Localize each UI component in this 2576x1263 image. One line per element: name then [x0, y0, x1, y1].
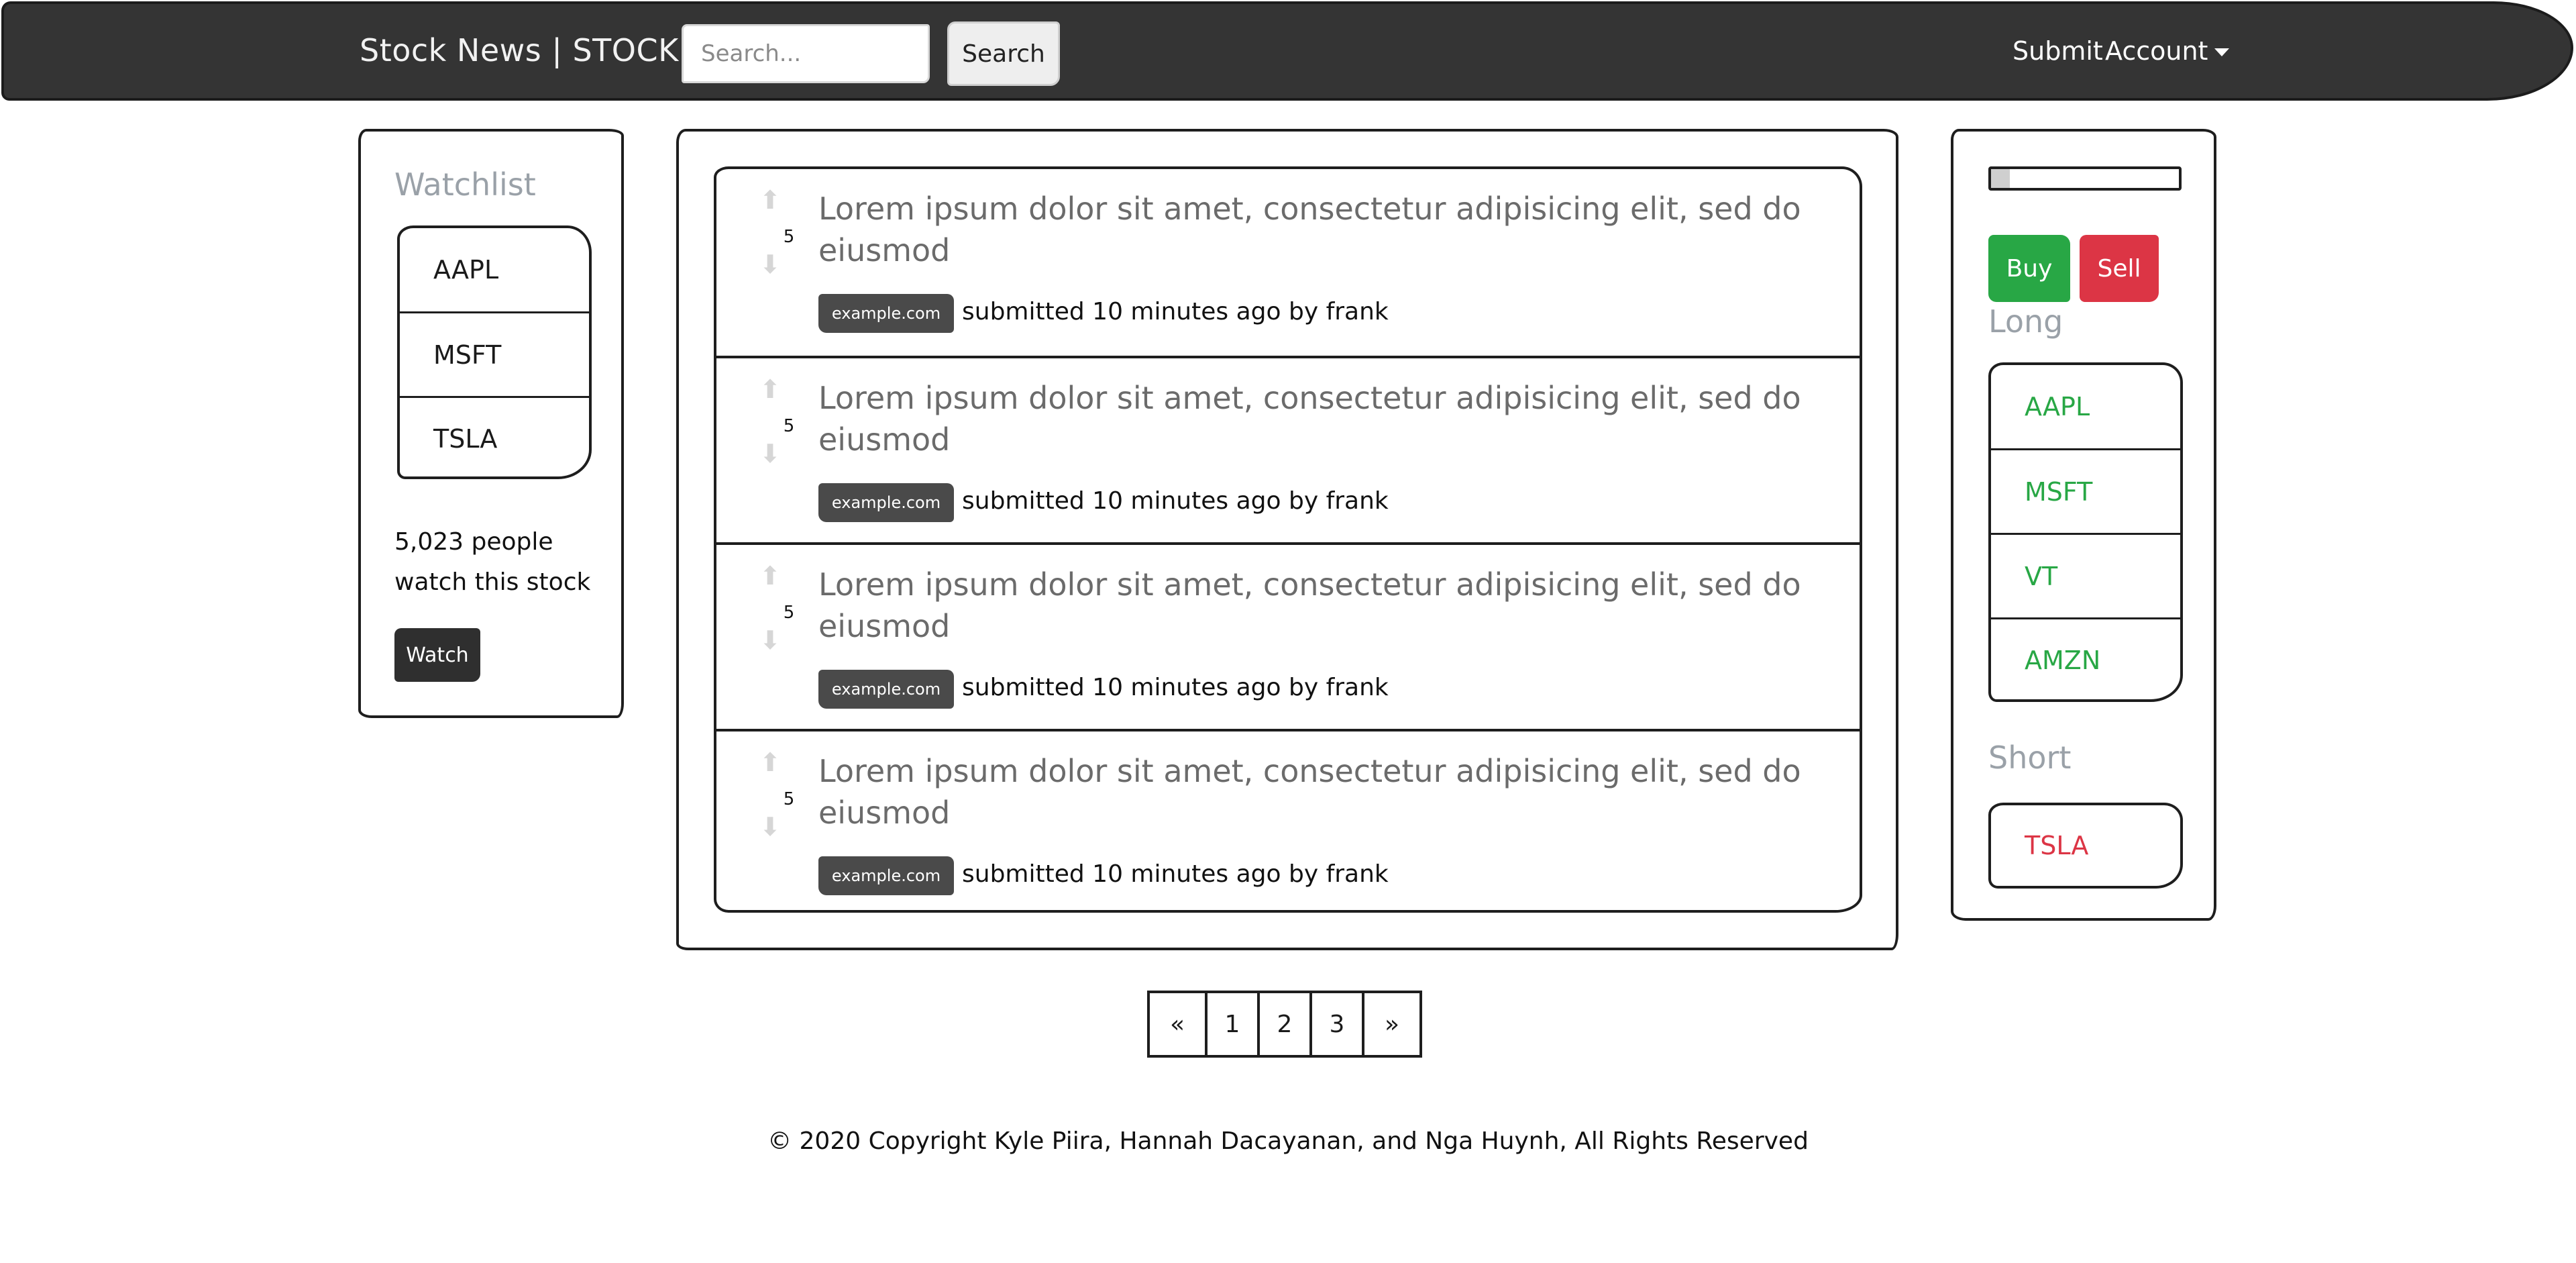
- short-heading: Short: [1988, 740, 2072, 776]
- post-item: ⬆ 5 ⬇ Lorem ipsum dolor sit amet, consec…: [716, 169, 1860, 356]
- domain-badge[interactable]: example.com: [818, 670, 954, 709]
- account-dropdown[interactable]: Account: [2105, 36, 2230, 66]
- footer-copyright: © 2020 Copyright Kyle Piira, Hannah Daca…: [767, 1127, 1809, 1155]
- caret-down-icon: [2214, 48, 2230, 56]
- watch-count-text: 5,023 people watch this stock: [394, 528, 591, 596]
- post-list: ⬆ 5 ⬇ Lorem ipsum dolor sit amet, consec…: [714, 166, 1862, 913]
- pagination: « 1 2 3 »: [1147, 991, 1422, 1058]
- arrow-up-icon[interactable]: ⬆: [758, 187, 782, 213]
- buy-button[interactable]: Buy: [1988, 235, 2070, 302]
- post-title[interactable]: Lorem ipsum dolor sit amet, consectetur …: [818, 750, 1811, 833]
- post-title[interactable]: Lorem ipsum dolor sit amet, consectetur …: [818, 564, 1811, 647]
- post-item: ⬆ 5 ⬇ Lorem ipsum dolor sit amet, consec…: [716, 356, 1860, 542]
- posts-card: ⬆ 5 ⬇ Lorem ipsum dolor sit amet, consec…: [676, 129, 1898, 950]
- post-meta: submitted 10 minutes ago by frank: [962, 487, 1389, 515]
- post-title[interactable]: Lorem ipsum dolor sit amet, consectetur …: [818, 188, 1811, 271]
- long-list: AAPL MSFT VT AMZN: [1988, 362, 2183, 702]
- long-item[interactable]: AAPL: [1991, 365, 2180, 448]
- arrow-down-icon[interactable]: ⬇: [758, 814, 782, 840]
- pagination-page[interactable]: 2: [1257, 991, 1312, 1058]
- pagination-page[interactable]: 3: [1309, 991, 1364, 1058]
- post-item: ⬆ 5 ⬇ Lorem ipsum dolor sit amet, consec…: [716, 729, 1860, 915]
- account-label: Account: [2105, 36, 2208, 66]
- vote-count: 5: [783, 227, 795, 247]
- long-item[interactable]: VT: [1991, 533, 2180, 617]
- domain-badge[interactable]: example.com: [818, 856, 954, 895]
- long-heading: Long: [1988, 303, 2063, 340]
- progress-fill: [1991, 169, 2010, 188]
- watchlist-heading: Watchlist: [394, 166, 536, 203]
- post-item: ⬆ 5 ⬇ Lorem ipsum dolor sit amet, consec…: [716, 542, 1860, 729]
- arrow-up-icon[interactable]: ⬆: [758, 750, 782, 775]
- watch-button[interactable]: Watch: [394, 628, 480, 682]
- post-title[interactable]: Lorem ipsum dolor sit amet, consectetur …: [818, 377, 1811, 460]
- watchlist-list: AAPL MSFT TSLA: [397, 225, 592, 479]
- pagination-page[interactable]: 1: [1205, 991, 1260, 1058]
- pagination-next[interactable]: »: [1362, 991, 1422, 1058]
- long-item[interactable]: AMZN: [1991, 617, 2180, 701]
- watchlist-item[interactable]: AAPL: [400, 228, 589, 311]
- sell-button[interactable]: Sell: [2080, 235, 2159, 302]
- navbar: Stock News | STOCK Search Submit Account: [1, 1, 2573, 101]
- domain-badge[interactable]: example.com: [818, 294, 954, 333]
- arrow-up-icon[interactable]: ⬆: [758, 563, 782, 589]
- short-list: TSLA: [1988, 803, 2183, 889]
- watchlist-item[interactable]: MSFT: [400, 311, 589, 396]
- vote-count: 5: [783, 416, 795, 436]
- arrow-down-icon[interactable]: ⬇: [758, 441, 782, 466]
- pagination-prev[interactable]: «: [1147, 991, 1208, 1058]
- post-meta: submitted 10 minutes ago by frank: [962, 860, 1389, 888]
- post-meta: submitted 10 minutes ago by frank: [962, 298, 1389, 325]
- trade-card: Buy Sell Long AAPL MSFT VT AMZN Short TS…: [1951, 129, 2216, 921]
- arrow-up-icon[interactable]: ⬆: [758, 376, 782, 402]
- long-item[interactable]: MSFT: [1991, 448, 2180, 533]
- brand-link[interactable]: Stock News | STOCK: [360, 32, 679, 68]
- arrow-down-icon[interactable]: ⬇: [758, 627, 782, 653]
- vote-count: 5: [783, 603, 795, 623]
- submit-link[interactable]: Submit: [2012, 36, 2103, 66]
- watchlist-card: Watchlist AAPL MSFT TSLA 5,023 people wa…: [358, 129, 624, 718]
- domain-badge[interactable]: example.com: [818, 483, 954, 522]
- post-meta: submitted 10 minutes ago by frank: [962, 674, 1389, 701]
- short-item[interactable]: TSLA: [1991, 805, 2180, 886]
- watchlist-item[interactable]: TSLA: [400, 396, 589, 479]
- position-progress-bar: [1988, 166, 2182, 191]
- search-input[interactable]: [682, 24, 930, 83]
- arrow-down-icon[interactable]: ⬇: [758, 252, 782, 277]
- search-button[interactable]: Search: [947, 21, 1060, 86]
- vote-count: 5: [783, 789, 795, 809]
